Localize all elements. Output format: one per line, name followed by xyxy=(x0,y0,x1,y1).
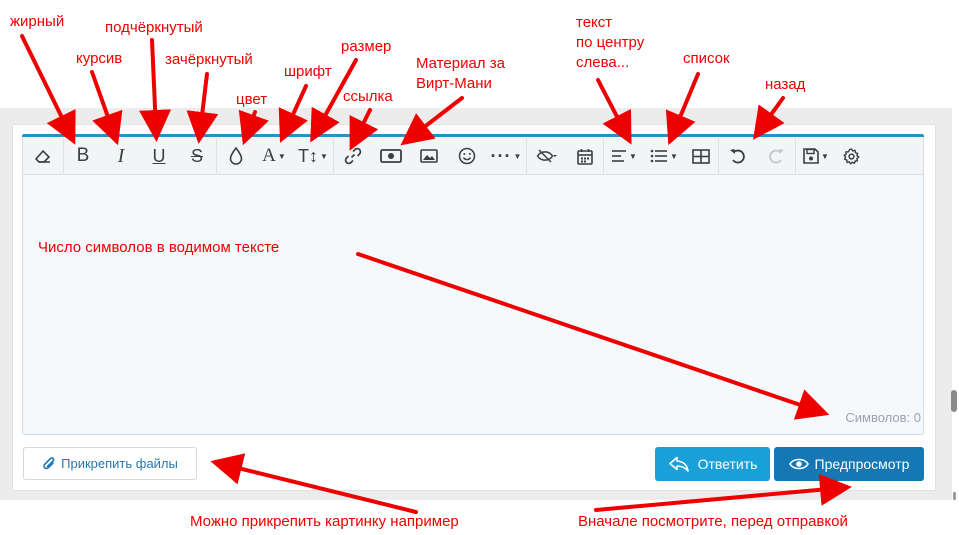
font-size-icon[interactable]: T↕ ▼ xyxy=(293,138,333,175)
more-glyph: ··· xyxy=(490,145,512,166)
table-icon[interactable] xyxy=(684,138,718,175)
eraser-icon[interactable] xyxy=(23,138,63,175)
scrollbar-thumb[interactable] xyxy=(951,390,957,412)
annotation-list: список xyxy=(683,50,730,67)
gear-icon[interactable] xyxy=(836,138,866,175)
font-glyph: A xyxy=(262,145,276,166)
annotation-attach: Можно прикрепить картинку например xyxy=(190,513,459,530)
annotation-material: Материал за Вирт-Мани xyxy=(416,55,505,92)
more-icon[interactable]: ··· ▼ xyxy=(486,138,526,175)
calendar-icon[interactable] xyxy=(567,138,603,175)
underline-icon[interactable]: U xyxy=(140,138,178,175)
annotation-font: шрифт xyxy=(284,63,332,80)
annotation-undo: назад xyxy=(765,76,806,93)
smiley-icon[interactable] xyxy=(448,138,486,175)
annotation-color: цвет xyxy=(236,91,268,108)
chevron-down-icon: ▼ xyxy=(670,151,678,161)
annotation-underline: подчёркнутый xyxy=(105,19,203,36)
bold-icon[interactable]: B xyxy=(64,138,102,175)
reply-icon xyxy=(668,456,689,472)
annotation-strikethrough: зачёркнутый xyxy=(165,51,253,68)
annotation-preview: Вначале посмотрите, перед отправкой xyxy=(578,513,848,530)
reply-label: Ответить xyxy=(697,456,758,472)
chevron-down-icon: ▼ xyxy=(277,151,286,161)
font-size-glyph: T↕ xyxy=(298,145,319,166)
strikethrough-icon[interactable]: S xyxy=(178,138,216,175)
color-drop-icon[interactable] xyxy=(217,138,255,175)
scrollbar-mark xyxy=(953,492,956,500)
redo-icon[interactable] xyxy=(757,138,795,175)
annotation-size: размер xyxy=(341,38,392,55)
annotation-italic: курсив xyxy=(76,50,123,67)
paperclip-icon xyxy=(43,456,55,469)
character-counter: Символов: 0 xyxy=(845,410,921,425)
annotation-align: текст по центру слева... xyxy=(576,14,645,71)
annotation-char-count: Число символов в водимом тексте xyxy=(38,239,280,256)
eye-icon xyxy=(788,458,809,470)
message-editor[interactable] xyxy=(22,135,924,435)
hide-icon[interactable] xyxy=(527,138,567,175)
undo-icon[interactable] xyxy=(719,138,757,175)
font-icon[interactable]: A ▼ xyxy=(255,138,293,175)
screenshot-stage: B I U S A ▼ T↕ ▼ ··· ▼ ▼ ▼ ▼ Символов: 0… xyxy=(0,0,959,535)
list-icon[interactable]: ▼ xyxy=(644,138,684,175)
attach-files-label: Прикрепить файлы xyxy=(61,456,178,471)
chevron-down-icon: ▼ xyxy=(320,151,328,161)
chevron-down-icon: ▼ xyxy=(629,151,637,161)
image-icon[interactable] xyxy=(410,138,448,175)
annotation-link: ссылка xyxy=(343,88,393,105)
italic-icon[interactable]: I xyxy=(102,138,140,175)
chevron-down-icon: ▼ xyxy=(513,151,522,161)
reply-button[interactable]: Ответить xyxy=(655,447,770,481)
align-icon[interactable]: ▼ xyxy=(604,138,644,175)
link-icon[interactable] xyxy=(334,138,372,175)
money-icon[interactable] xyxy=(372,138,410,175)
chevron-down-icon: ▼ xyxy=(821,151,829,161)
preview-label: Предпросмотр xyxy=(814,456,910,472)
editor-toolbar: B I U S A ▼ T↕ ▼ ··· ▼ ▼ ▼ ▼ xyxy=(23,137,923,175)
preview-button[interactable]: Предпросмотр xyxy=(774,447,924,481)
attach-files-button[interactable]: Прикрепить файлы xyxy=(23,447,197,480)
annotation-bold: жирный xyxy=(10,13,65,30)
save-draft-icon[interactable]: ▼ xyxy=(796,138,836,175)
scrollbar-track[interactable] xyxy=(952,0,959,535)
